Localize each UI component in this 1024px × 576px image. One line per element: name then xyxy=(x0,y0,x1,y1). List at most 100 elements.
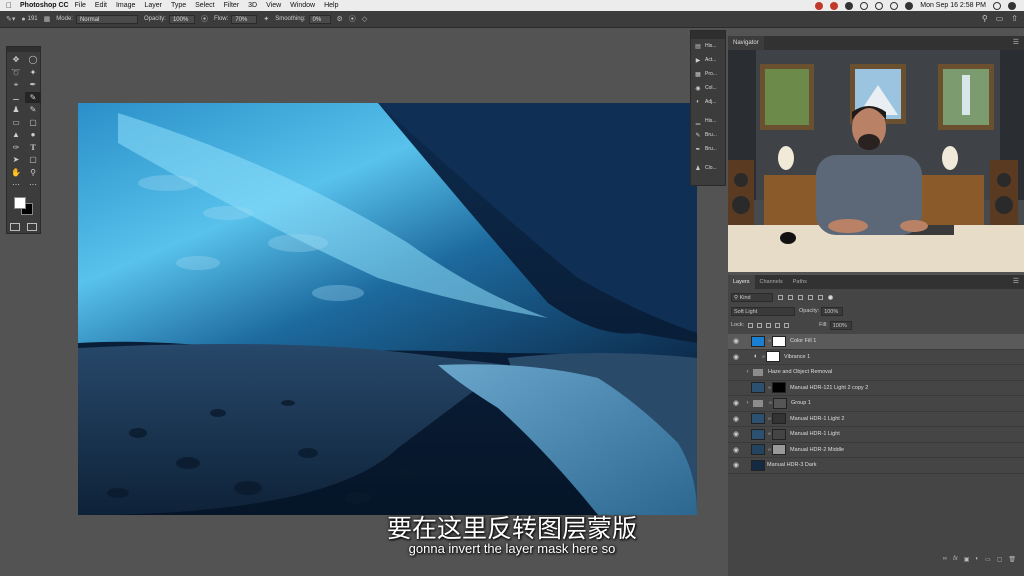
shape-tool-icon[interactable]: ▢ xyxy=(25,154,41,166)
visibility-eye-icon[interactable]: ◉ xyxy=(728,415,744,423)
lock-artboard-icon[interactable] xyxy=(775,322,781,328)
menu-select[interactable]: Select xyxy=(195,2,214,9)
airbrush-icon[interactable]: ✦ xyxy=(263,15,269,23)
brush-size-picker[interactable]: ● 191 xyxy=(21,16,37,23)
timer-status-icon[interactable] xyxy=(860,1,869,10)
type-tool-icon[interactable]: T xyxy=(25,142,41,154)
lock-position-icon[interactable] xyxy=(766,322,772,328)
path-selection-tool-icon[interactable]: ➤ xyxy=(8,154,24,166)
zoom-tool-icon[interactable]: ⚲ xyxy=(25,167,41,179)
history-brush-tool-icon[interactable]: ✎ xyxy=(25,104,41,116)
add-mask-icon[interactable]: ▣ xyxy=(964,556,970,563)
layer-row-hdr-121-light-2-copy-2[interactable]: ∞ Manual HDR-121 Light 2 copy 2 xyxy=(728,381,1024,396)
visibility-eye-icon[interactable]: ◉ xyxy=(728,430,744,438)
dock-grip[interactable] xyxy=(691,31,725,39)
quick-mask-icon[interactable] xyxy=(10,222,21,231)
brush-tool-preset-icon[interactable]: ✎▾ xyxy=(6,15,15,23)
blur-tool-icon[interactable]: ▲ xyxy=(8,129,24,141)
menu-layer[interactable]: Layer xyxy=(144,2,162,9)
hand-tool-icon[interactable]: ✋ xyxy=(8,167,24,179)
pressure-opacity-icon[interactable]: ⦿ xyxy=(201,14,208,24)
extra-tools-icon[interactable]: ⋯ xyxy=(25,179,41,191)
eyedropper-tool-icon[interactable]: ✒ xyxy=(25,79,41,91)
panel-menu-icon[interactable]: ☰ xyxy=(1013,36,1019,50)
eraser-tool-icon[interactable]: ▭ xyxy=(8,117,24,129)
crop-tool-icon[interactable]: ⌖ xyxy=(8,79,24,91)
edit-toolbar-icon[interactable]: ⋯ xyxy=(8,179,24,191)
dock-brushes-button[interactable]: ✒ Bru... xyxy=(691,142,725,156)
flow-input[interactable]: 70% xyxy=(231,14,258,24)
dock-adjustments-button[interactable]: ◐ Adj... xyxy=(691,95,725,109)
pixel-filter-icon[interactable] xyxy=(778,294,783,300)
layer-mask-thumbnail[interactable] xyxy=(766,351,780,363)
apple-menu-icon[interactable]:  xyxy=(6,0,16,11)
layer-row-hdr-1-light[interactable]: ◉ ∞ Manual HDR-1 Light xyxy=(728,427,1024,443)
layer-mask-thumbnail[interactable] xyxy=(772,382,786,394)
layer-row-group-1[interactable]: ◉ › ∞ Group 1 xyxy=(728,396,1024,412)
layer-thumbnail[interactable] xyxy=(751,444,765,456)
healing-brush-tool-icon[interactable]: ⚊ xyxy=(8,92,24,104)
mode-select[interactable]: Normal xyxy=(75,14,138,24)
layer-thumbnail[interactable] xyxy=(751,428,765,440)
symmetry-icon[interactable]: ◇ xyxy=(362,15,367,23)
pressure-size-icon[interactable]: ⦿ xyxy=(349,14,356,24)
dodge-tool-icon[interactable]: ● xyxy=(25,129,41,141)
smart-object-filter-icon[interactable] xyxy=(818,294,823,300)
smoothing-input[interactable]: 0% xyxy=(308,14,331,24)
layer-thumbnail[interactable] xyxy=(751,382,765,394)
dock-actions-button[interactable]: ▶ Act... xyxy=(691,53,725,67)
lock-image-icon[interactable] xyxy=(757,322,763,328)
layer-row-hdr-2-middle[interactable]: ◉ ∞ Manual HDR-2 Middle xyxy=(728,443,1024,458)
layer-kind-filter-select[interactable]: ⚲ Kind xyxy=(731,292,773,302)
dock-history-button[interactable]: ▤ His... xyxy=(691,39,725,53)
layer-row-vibrance-1[interactable]: ◉ ◐ ∞ Vibrance 1 xyxy=(728,350,1024,365)
spotlight-icon[interactable] xyxy=(993,1,1001,10)
layer-row-hdr-3-dark[interactable]: ◉ Manual HDR-3 Dark xyxy=(728,458,1024,474)
layer-mask-thumbnail[interactable] xyxy=(772,428,786,440)
notification-center-icon[interactable] xyxy=(1008,1,1016,10)
tab-navigator[interactable]: Navigator xyxy=(728,36,764,50)
move-tool-icon[interactable]: ✥ xyxy=(8,54,24,66)
lock-transparent-icon[interactable] xyxy=(748,322,754,328)
layer-opacity-input[interactable]: 100% xyxy=(821,306,844,316)
visibility-eye-icon[interactable]: ◉ xyxy=(728,399,744,407)
shape-filter-icon[interactable] xyxy=(808,294,813,300)
record-status-icon[interactable] xyxy=(815,1,824,10)
dock-histogram-button[interactable]: ▁ His... xyxy=(691,114,725,128)
magic-wand-tool-icon[interactable]: ✦ xyxy=(25,67,41,79)
document-canvas[interactable] xyxy=(78,103,697,515)
volume-status-icon[interactable] xyxy=(875,1,884,10)
navigator-preview[interactable] xyxy=(728,50,1024,272)
tab-layers[interactable]: Layers xyxy=(728,275,755,289)
group-expand-chevron-icon[interactable]: › xyxy=(744,369,751,375)
new-layer-icon[interactable]: ▢ xyxy=(997,556,1003,563)
dock-properties-button[interactable]: ▦ Pro... xyxy=(691,67,725,81)
layer-mask-thumbnail[interactable] xyxy=(773,397,787,409)
app-menu[interactable]: Photoshop CC xyxy=(20,2,69,9)
opacity-input[interactable]: 100% xyxy=(168,14,195,24)
pen-tool-icon[interactable]: ✑ xyxy=(8,142,24,154)
layer-mask-thumbnail[interactable] xyxy=(772,335,786,347)
screen-mode-icon[interactable] xyxy=(26,222,37,231)
menu-filter[interactable]: Filter xyxy=(224,2,240,9)
dock-color-button[interactable]: ◉ Col... xyxy=(691,81,725,95)
group-expand-chevron-icon[interactable]: › xyxy=(744,400,751,406)
tab-channels[interactable]: Channels xyxy=(755,275,788,289)
new-adjustment-icon[interactable]: ◐ xyxy=(975,556,979,562)
layer-mask-thumbnail[interactable] xyxy=(772,444,786,456)
marquee-tool-icon[interactable]: ◯ xyxy=(25,54,41,66)
layer-mask-thumbnail[interactable] xyxy=(772,413,786,425)
search-icon[interactable]: ⚲ xyxy=(982,14,988,23)
tab-paths[interactable]: Paths xyxy=(788,275,812,289)
brush-tool-icon[interactable]: ✎ xyxy=(25,91,41,103)
menu-window[interactable]: Window xyxy=(290,2,315,9)
smoothing-options-gear-icon[interactable]: ⚙ xyxy=(337,15,343,23)
lock-all-icon[interactable] xyxy=(784,322,790,328)
sync-status-icon[interactable] xyxy=(845,1,854,10)
menu-clock[interactable]: Mon Sep 16 2:58 PM xyxy=(920,2,986,9)
layer-row-hdr-1-light-2[interactable]: ◉ ∞ Manual HDR-1 Light 2 xyxy=(728,412,1024,427)
visibility-eye-icon[interactable]: ◉ xyxy=(728,353,744,361)
adjustment-filter-icon[interactable] xyxy=(788,294,793,300)
gradient-tool-icon[interactable]: ▢ xyxy=(25,117,41,129)
link-layers-icon[interactable]: ∞ xyxy=(943,556,947,562)
